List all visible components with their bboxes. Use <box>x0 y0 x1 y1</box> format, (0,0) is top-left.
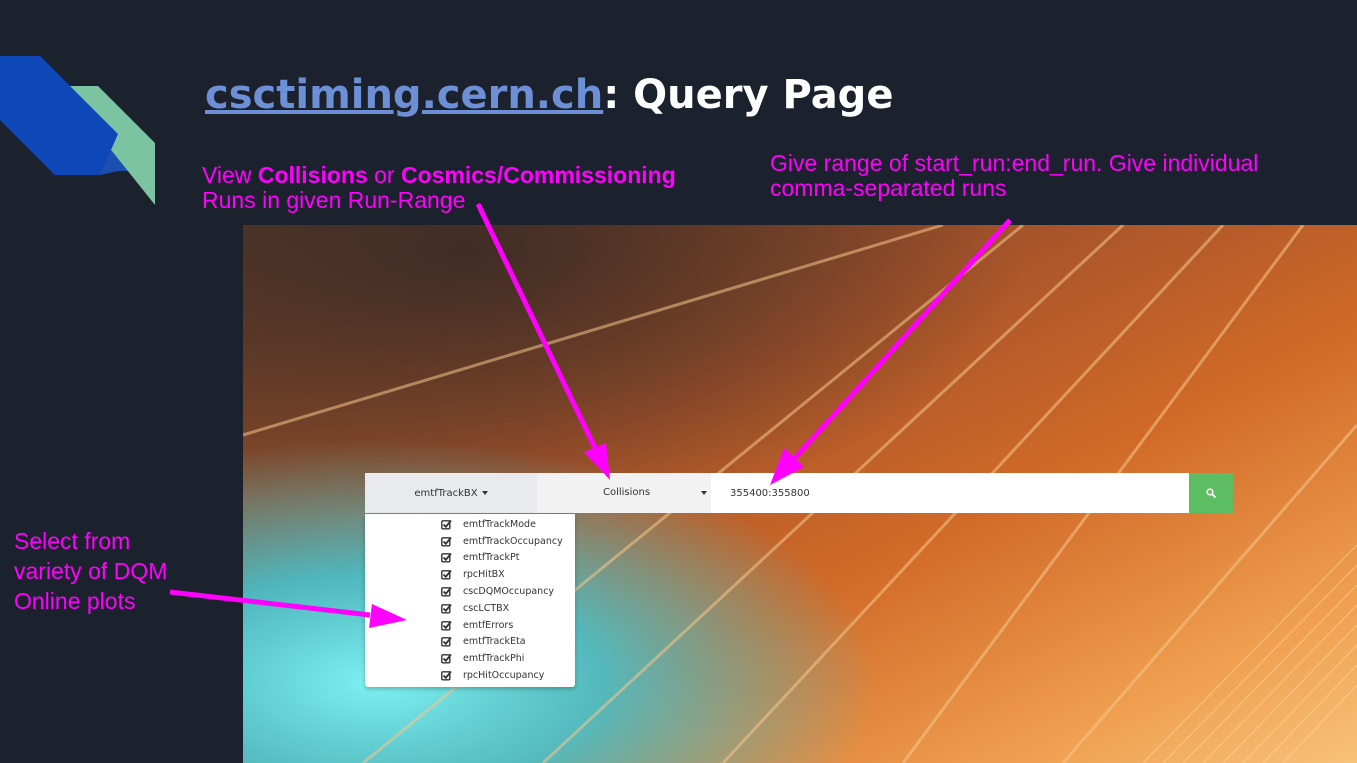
annotation-bold-collisions: Collisions <box>257 162 368 188</box>
plot-option-label: emtfTrackEta <box>463 636 526 648</box>
plot-option[interactable]: emtfTrackMode <box>365 516 575 533</box>
title-text: : Query Page <box>603 72 894 118</box>
checkbox-checked-icon[interactable] <box>441 569 452 580</box>
checkbox-checked-icon[interactable] <box>441 620 452 631</box>
plot-dropdown-menu: emtfTrackMode emtfTrackOccupancy emtfTrack… <box>365 514 575 687</box>
plot-option[interactable]: rpcHitOccupancy <box>365 667 575 684</box>
plot-option[interactable]: emtfTrackEta <box>365 634 575 651</box>
plot-option-label: rpcHitBX <box>463 569 505 581</box>
checkbox-checked-icon[interactable] <box>441 670 452 681</box>
run-type-value: Collisions <box>603 487 651 498</box>
annotation-text: View <box>202 162 258 188</box>
plot-option-label: cscLCTBX <box>463 602 510 614</box>
title-link[interactable]: csctiming.cern.ch <box>205 72 603 118</box>
search-button[interactable] <box>1189 473 1233 513</box>
caret-down-icon <box>481 491 488 495</box>
plot-option-label: cscDQMOccupancy <box>463 586 555 598</box>
annotation-text: Give range of start_run:end_run. Give in… <box>770 150 1259 176</box>
plot-option-label: emtfTrackOccupancy <box>463 535 563 547</box>
annotation-text: Runs in given Run-Range <box>202 187 466 213</box>
plot-option-label: emtfTrackPhi <box>463 653 525 665</box>
checkbox-checked-icon[interactable] <box>441 603 452 614</box>
run-range-input[interactable] <box>711 473 1189 513</box>
annotation-text: Online plots <box>14 588 136 614</box>
plot-option[interactable]: emtfTrackPhi <box>365 650 575 667</box>
annotation-run-range: Give range of start_run:end_run. Give in… <box>770 151 1350 201</box>
plot-option-label: emtfTrackPt <box>463 552 520 564</box>
caret-down-icon <box>701 491 707 495</box>
annotation-text: or <box>367 162 401 188</box>
checkbox-checked-icon[interactable] <box>441 653 452 664</box>
plot-dropdown-label: emtfTrackBX <box>414 487 478 499</box>
slide-title: csctiming.cern.ch: Query Page <box>205 72 893 118</box>
plot-option[interactable]: emtfTrackPt <box>365 550 575 567</box>
run-type-select[interactable]: Collisions <box>537 473 711 513</box>
plot-option[interactable]: cscLCTBX <box>365 600 575 617</box>
plot-option-label: rpcHitOccupancy <box>463 670 545 682</box>
checkbox-checked-icon[interactable] <box>441 536 452 547</box>
plot-option[interactable]: emtfTrackOccupancy <box>365 533 575 550</box>
plot-option[interactable]: cscDQMOccupancy <box>365 583 575 600</box>
checkbox-checked-icon[interactable] <box>441 519 452 530</box>
query-bar: emtfTrackBX Collisions <box>365 473 1233 513</box>
plot-option[interactable]: emtfErrors <box>365 617 575 634</box>
annotation-text: Select from <box>14 528 131 554</box>
plot-option[interactable]: rpcHitBX <box>365 566 575 583</box>
search-icon <box>1206 488 1216 498</box>
corner-decoration <box>0 56 155 205</box>
annotation-run-type: View Collisions or Cosmics/Commissioning… <box>202 163 676 213</box>
annotation-bold-cosmics: Cosmics/Commissioning <box>400 162 676 188</box>
checkbox-checked-icon[interactable] <box>441 586 452 597</box>
checkbox-checked-icon[interactable] <box>441 552 452 563</box>
plot-option-label: emtfTrackMode <box>463 518 536 530</box>
annotation-text: comma-separated runs <box>770 175 1007 201</box>
plot-dropdown-button[interactable]: emtfTrackBX <box>365 473 537 513</box>
checkbox-checked-icon[interactable] <box>441 636 452 647</box>
plot-option-label: emtfErrors <box>463 619 514 631</box>
annotation-plots: Select from variety of DQM Online plots <box>14 526 167 616</box>
annotation-text: variety of DQM <box>14 558 168 584</box>
